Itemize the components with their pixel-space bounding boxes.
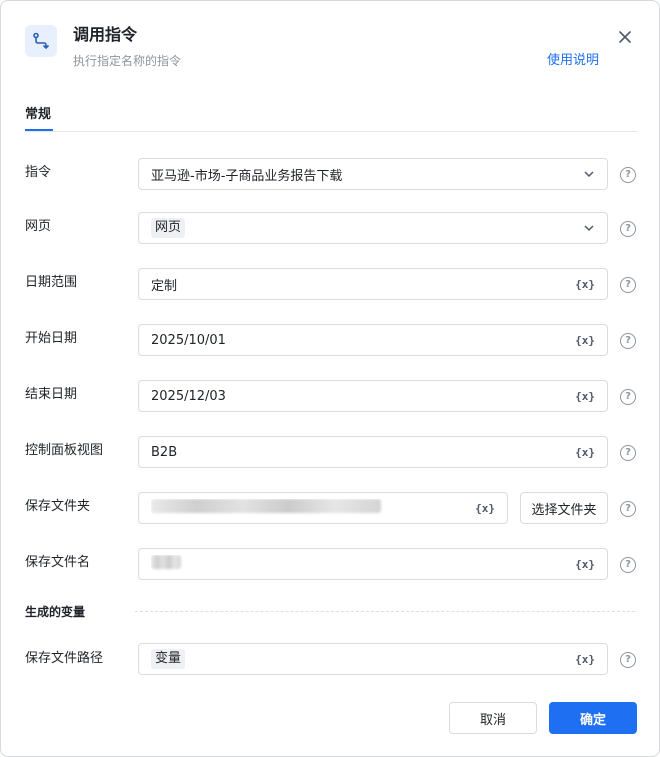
- variable-button[interactable]: {x}: [575, 334, 595, 347]
- command-select[interactable]: 亚马逊-市场-子商品业务报告下载: [138, 158, 608, 190]
- help-icon[interactable]: ?: [620, 277, 636, 293]
- webpage-select[interactable]: 网页: [138, 212, 608, 244]
- redacted-folder-path: [151, 499, 381, 513]
- chevron-down-icon: [583, 168, 595, 180]
- webpage-chip: 网页: [151, 218, 186, 238]
- variable-button[interactable]: {x}: [575, 278, 595, 291]
- start-date-input[interactable]: 2025/10/01 {x}: [138, 324, 608, 356]
- output-section-title: 生成的变量: [25, 605, 86, 619]
- usage-help-link[interactable]: 使用说明: [547, 53, 599, 69]
- dialog-subtitle: 执行指定名称的指令: [73, 54, 182, 68]
- variable-button[interactable]: {x}: [575, 653, 595, 666]
- close-icon: [619, 31, 631, 43]
- help-icon[interactable]: ?: [620, 333, 636, 349]
- save-filename-input[interactable]: {x}: [138, 548, 608, 580]
- help-icon[interactable]: ?: [620, 221, 636, 237]
- invoke-command-dialog: 调用指令 执行指定名称的指令 使用说明 常规 指令 亚马逊-市场-子商品业务报告…: [0, 0, 660, 757]
- ok-button[interactable]: 确定: [549, 702, 637, 734]
- save-folder-label: 保存文件夹: [25, 499, 91, 514]
- section-divider: [135, 611, 635, 612]
- start-date-value: 2025/10/01: [151, 332, 226, 348]
- variable-button[interactable]: {x}: [575, 446, 595, 459]
- tab-general[interactable]: 常规: [25, 107, 51, 123]
- save-folder-input[interactable]: {x}: [138, 492, 508, 524]
- close-button[interactable]: [615, 27, 635, 47]
- end-date-input[interactable]: 2025/12/03 {x}: [138, 380, 608, 412]
- help-icon[interactable]: ?: [620, 445, 636, 461]
- tab-divider: [25, 131, 637, 132]
- help-icon[interactable]: ?: [620, 501, 636, 517]
- help-icon[interactable]: ?: [620, 557, 636, 573]
- command-label: 指令: [25, 165, 52, 180]
- command-value: 亚马逊-市场-子商品业务报告下载: [151, 168, 343, 184]
- save-path-variable-input[interactable]: 变量 {x}: [138, 643, 608, 675]
- cancel-button[interactable]: 取消: [449, 702, 537, 734]
- date-range-input[interactable]: 定制 {x}: [138, 268, 608, 300]
- date-range-value: 定制: [151, 278, 178, 294]
- help-icon[interactable]: ?: [620, 167, 636, 183]
- variable-chip: 变量: [151, 649, 186, 669]
- variable-button[interactable]: {x}: [575, 558, 595, 571]
- end-date-value: 2025/12/03: [151, 388, 226, 404]
- chevron-down-icon: [583, 222, 595, 234]
- variable-button[interactable]: {x}: [475, 502, 495, 515]
- select-folder-button[interactable]: 选择文件夹: [520, 492, 608, 524]
- end-date-label: 结束日期: [25, 387, 78, 402]
- redacted-filename: [151, 555, 181, 569]
- dashboard-view-value: B2B: [151, 444, 178, 460]
- save-filename-label: 保存文件名: [25, 555, 91, 570]
- dashboard-view-label: 控制面板视图: [25, 443, 104, 458]
- save-path-label: 保存文件路径: [25, 651, 104, 666]
- help-icon[interactable]: ?: [620, 652, 636, 668]
- start-date-label: 开始日期: [25, 331, 78, 346]
- flow-icon: [25, 25, 57, 57]
- date-range-label: 日期范围: [25, 275, 78, 290]
- webpage-label: 网页: [25, 219, 52, 234]
- help-icon[interactable]: ?: [620, 389, 636, 405]
- dashboard-view-input[interactable]: B2B {x}: [138, 436, 608, 468]
- variable-button[interactable]: {x}: [575, 390, 595, 403]
- dialog-title: 调用指令: [73, 25, 138, 44]
